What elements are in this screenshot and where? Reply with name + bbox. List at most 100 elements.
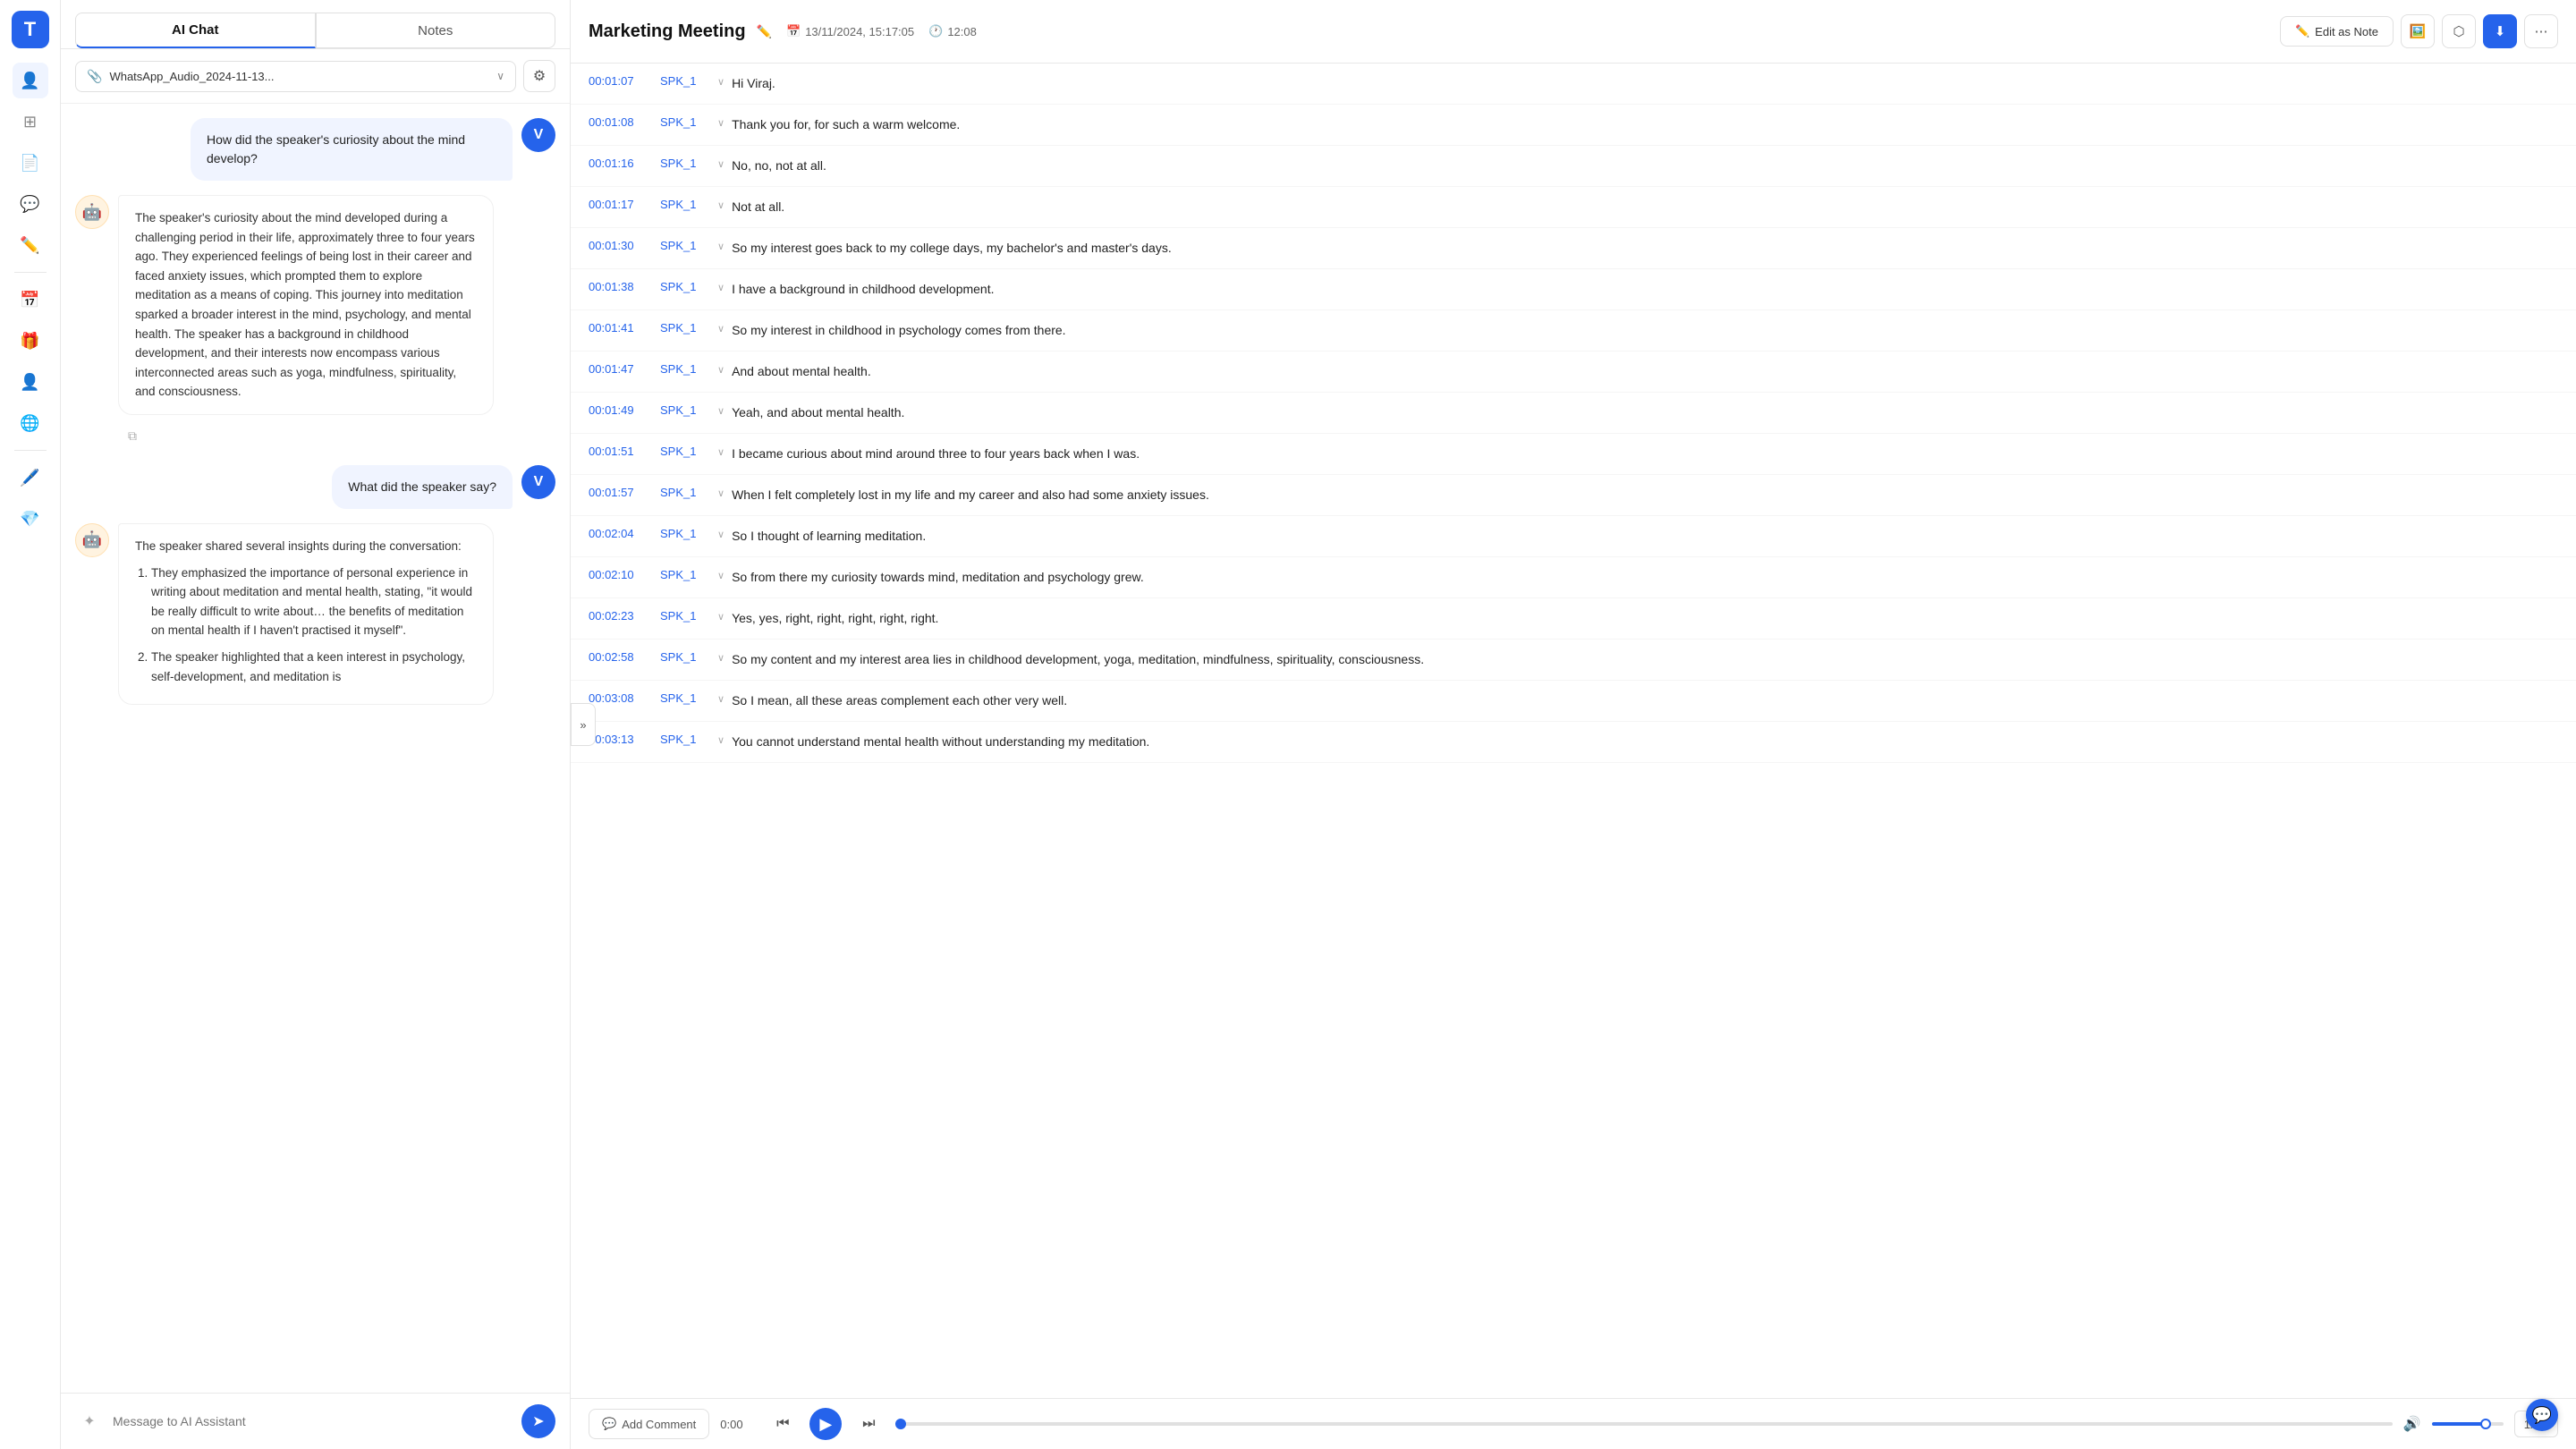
sidebar-item-pen[interactable]: 🖊️ xyxy=(13,460,48,496)
download-button[interactable]: ⬇ xyxy=(2483,14,2517,48)
ts-time[interactable]: 00:03:08 xyxy=(589,691,653,705)
sidebar-divider xyxy=(14,272,47,273)
sidebar-item-person[interactable]: 👤 xyxy=(13,364,48,400)
share-button[interactable]: ⬡ xyxy=(2442,14,2476,48)
chevron-down-icon: ∨ xyxy=(717,446,724,458)
sidebar-item-gift[interactable]: 🎁 xyxy=(13,323,48,359)
filter-button[interactable]: ⚙ xyxy=(523,60,555,92)
ts-speaker[interactable]: SPK_1 xyxy=(660,321,710,335)
ts-text: So my interest in childhood in psycholog… xyxy=(732,321,2558,340)
sidebar-item-translate[interactable]: 🌐 xyxy=(13,405,48,441)
ai-list-2: They emphasized the importance of person… xyxy=(135,564,477,687)
progress-bar[interactable] xyxy=(895,1422,2393,1426)
copy-button-1[interactable]: ⧉ xyxy=(118,422,147,451)
transcript-row: 00:01:17 SPK_1 ∨ Not at all. xyxy=(571,187,2576,228)
ts-speaker[interactable]: SPK_1 xyxy=(660,733,710,746)
transcript-row: 00:02:04 SPK_1 ∨ So I thought of learnin… xyxy=(571,516,2576,557)
sidebar-item-chat[interactable]: 💬 xyxy=(13,186,48,222)
ts-speaker[interactable]: SPK_1 xyxy=(660,362,710,376)
ts-speaker[interactable]: SPK_1 xyxy=(660,568,710,581)
ts-time[interactable]: 00:01:41 xyxy=(589,321,653,335)
audio-player: 💬 Add Comment 0:00 ⏮ ▶ ⏭ 🔊 1x ∨ xyxy=(571,1398,2576,1449)
send-button[interactable]: ➤ xyxy=(521,1404,555,1438)
ts-speaker[interactable]: SPK_1 xyxy=(660,403,710,417)
ai-text-2: The speaker shared several insights duri… xyxy=(135,537,477,556)
forward-button[interactable]: ⏭ xyxy=(852,1408,885,1440)
ts-text: And about mental health. xyxy=(732,362,2558,381)
collapse-button[interactable]: » xyxy=(571,703,596,746)
volume-slider[interactable] xyxy=(2432,1422,2504,1426)
sidebar-item-calendar[interactable]: 📅 xyxy=(13,282,48,318)
sidebar-item-grid[interactable]: ⊞ xyxy=(13,104,48,140)
ts-speaker[interactable]: SPK_1 xyxy=(660,609,710,623)
tab-notes[interactable]: Notes xyxy=(316,13,556,48)
sidebar-item-document[interactable]: 📄 xyxy=(13,145,48,181)
ts-time[interactable]: 00:01:47 xyxy=(589,362,653,376)
ts-speaker[interactable]: SPK_1 xyxy=(660,115,710,129)
sidebar-item-edit[interactable]: ✏️ xyxy=(13,227,48,263)
chevron-down-icon: ∨ xyxy=(717,323,724,335)
volume-icon: 🔊 xyxy=(2403,1415,2421,1433)
right-panel: Marketing Meeting ✏️ 📅 13/11/2024, 15:17… xyxy=(571,0,2576,1449)
edit-title-icon[interactable]: ✏️ xyxy=(757,24,772,39)
chevron-down-icon: ∨ xyxy=(717,734,724,746)
ts-speaker[interactable]: SPK_1 xyxy=(660,486,710,499)
user-text-1: How did the speaker's curiosity about th… xyxy=(207,132,465,165)
ts-speaker[interactable]: SPK_1 xyxy=(660,157,710,170)
ts-time[interactable]: 00:03:13 xyxy=(589,733,653,746)
file-selector[interactable]: 📎 WhatsApp_Audio_2024-11-13... ∨ xyxy=(75,61,516,92)
user-bubble-2: What did the speaker say? xyxy=(332,465,513,509)
meta-date: 📅 13/11/2024, 15:17:05 xyxy=(786,24,914,38)
tab-ai-chat[interactable]: AI Chat xyxy=(75,13,316,48)
attachment-icon: 📎 xyxy=(87,69,102,84)
more-button[interactable]: ⋯ xyxy=(2524,14,2558,48)
ts-time[interactable]: 00:02:04 xyxy=(589,527,653,540)
ts-time[interactable]: 00:02:23 xyxy=(589,609,653,623)
transcript-header: Marketing Meeting ✏️ 📅 13/11/2024, 15:17… xyxy=(571,0,2576,64)
ts-speaker[interactable]: SPK_1 xyxy=(660,527,710,540)
ts-speaker[interactable]: SPK_1 xyxy=(660,198,710,211)
ts-time[interactable]: 00:01:07 xyxy=(589,74,653,88)
user-avatar-1: V xyxy=(521,118,555,152)
ts-time[interactable]: 00:01:57 xyxy=(589,486,653,499)
chevron-down-icon: ∨ xyxy=(717,76,724,88)
ts-speaker[interactable]: SPK_1 xyxy=(660,650,710,664)
sidebar-item-users[interactable]: 👤 xyxy=(13,63,48,98)
ts-time[interactable]: 00:01:17 xyxy=(589,198,653,211)
sidebar-divider-2 xyxy=(14,450,47,451)
header-actions: ✏️ Edit as Note 🖼️ ⬡ ⬇ ⋯ xyxy=(2280,14,2558,48)
chevron-down-icon: ∨ xyxy=(717,364,724,376)
add-comment-button[interactable]: 💬 Add Comment xyxy=(589,1409,709,1439)
edit-as-note-button[interactable]: ✏️ Edit as Note xyxy=(2280,16,2394,47)
clock-icon: 🕐 xyxy=(928,24,943,38)
message-input[interactable] xyxy=(113,1414,513,1428)
rewind-button[interactable]: ⏮ xyxy=(767,1408,799,1440)
sidebar-item-diamond[interactable]: 💎 xyxy=(13,501,48,537)
chevron-down-icon: ∨ xyxy=(717,529,724,540)
input-bar: ✦ ➤ xyxy=(61,1393,570,1449)
ai-bubble-2: The speaker shared several insights duri… xyxy=(118,523,494,705)
ts-speaker[interactable]: SPK_1 xyxy=(660,691,710,705)
image-button[interactable]: 🖼️ xyxy=(2401,14,2435,48)
ts-time[interactable]: 00:01:38 xyxy=(589,280,653,293)
ts-speaker[interactable]: SPK_1 xyxy=(660,280,710,293)
ts-time[interactable]: 00:01:08 xyxy=(589,115,653,129)
ts-speaker[interactable]: SPK_1 xyxy=(660,445,710,458)
sparkle-icon[interactable]: ✦ xyxy=(75,1407,104,1436)
ts-time[interactable]: 00:02:10 xyxy=(589,568,653,581)
chevron-down-icon: ∨ xyxy=(717,158,724,170)
ts-time[interactable]: 00:01:49 xyxy=(589,403,653,417)
ts-time[interactable]: 00:01:16 xyxy=(589,157,653,170)
ts-text: So I thought of learning meditation. xyxy=(732,527,2558,546)
ts-time[interactable]: 00:02:58 xyxy=(589,650,653,664)
ts-time[interactable]: 00:01:30 xyxy=(589,239,653,252)
calendar-icon: 📅 xyxy=(786,24,801,38)
chevron-down-icon: ∨ xyxy=(717,611,724,623)
ts-speaker[interactable]: SPK_1 xyxy=(660,74,710,88)
play-button[interactable]: ▶ xyxy=(809,1408,842,1440)
floating-chat-button[interactable]: 💬 xyxy=(2526,1399,2558,1431)
chevron-down-icon: ∨ xyxy=(717,570,724,581)
ts-speaker[interactable]: SPK_1 xyxy=(660,239,710,252)
ts-time[interactable]: 00:01:51 xyxy=(589,445,653,458)
meeting-duration: 12:08 xyxy=(947,25,977,38)
